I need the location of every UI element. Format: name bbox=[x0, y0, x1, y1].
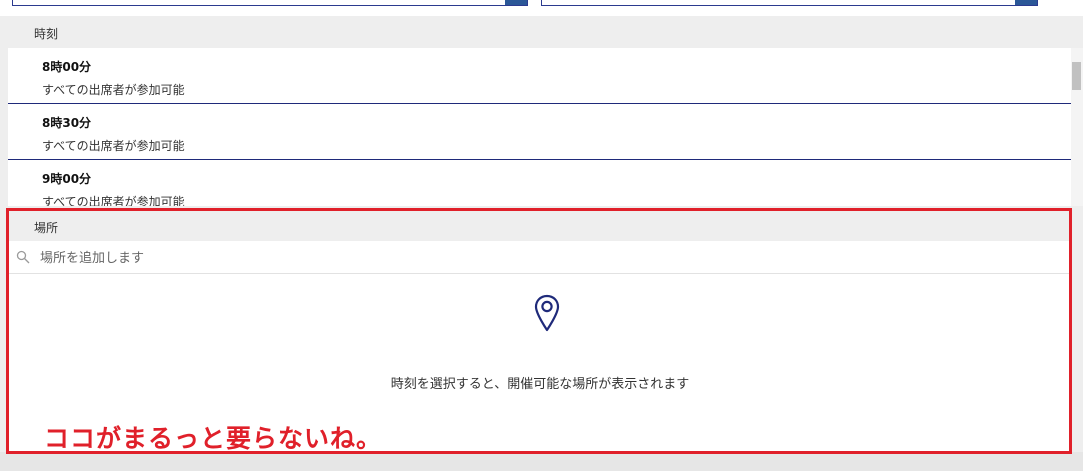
time-slot-time: 8時00分 bbox=[42, 60, 92, 74]
start-dropdown-button[interactable] bbox=[505, 0, 527, 5]
annotation-text: ココがまるっと要らないね。 bbox=[44, 424, 383, 453]
annotation-highlight-box bbox=[6, 208, 1072, 454]
scrollbar-thumb[interactable] bbox=[1072, 62, 1081, 90]
time-slot-time: 8時30分 bbox=[42, 116, 92, 130]
time-list-scrollbar[interactable] bbox=[1071, 48, 1083, 206]
end-dropdown-button[interactable] bbox=[1015, 0, 1037, 5]
time-slot-status: すべての出席者が参加可能 bbox=[42, 83, 185, 97]
time-section-title: 時刻 bbox=[34, 27, 59, 41]
time-slot-item[interactable]: 8時00分 すべての出席者が参加可能 bbox=[8, 48, 1071, 104]
top-field-bar bbox=[0, 0, 1083, 16]
time-section-header: 時刻 bbox=[8, 17, 1072, 47]
time-slot-status: すべての出席者が参加可能 bbox=[42, 195, 185, 206]
time-slot-item[interactable]: 8時30分 すべての出席者が参加可能 bbox=[8, 104, 1071, 160]
time-slot-item[interactable]: 9時00分 すべての出席者が参加可能 bbox=[8, 160, 1071, 206]
time-slot-status: すべての出席者が参加可能 bbox=[42, 139, 185, 153]
time-slot-list: 8時00分 すべての出席者が参加可能 8時30分 すべての出席者が参加可能 9時… bbox=[8, 48, 1071, 206]
time-slot-time: 9時00分 bbox=[42, 172, 92, 186]
start-time-dropdown[interactable] bbox=[12, 0, 528, 6]
end-time-dropdown[interactable] bbox=[541, 0, 1038, 6]
